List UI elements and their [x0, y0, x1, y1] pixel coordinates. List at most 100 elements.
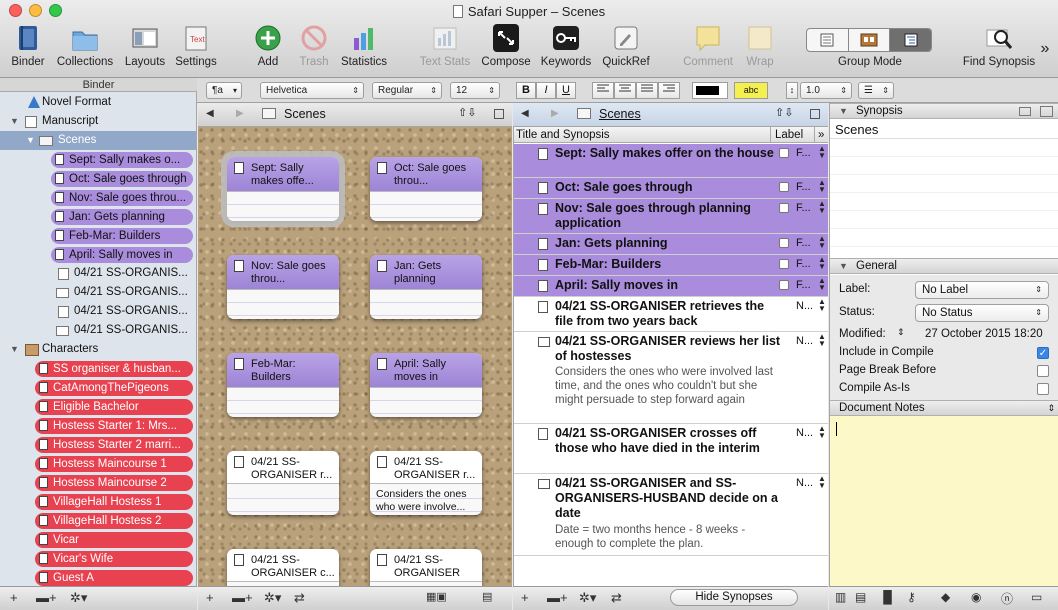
font-weight-menu[interactable]: Regular ⇕ [372, 82, 442, 99]
stepper-icon[interactable]: ▲ ▼ [818, 200, 826, 215]
outline-row[interactable]: 04/21 SS-ORGANISER retrieves the file fr… [514, 297, 828, 332]
general-section-header[interactable]: ▼ General [830, 258, 1058, 274]
snapshots-icon[interactable]: ◉ [971, 590, 981, 604]
label-column[interactable]: Label [770, 127, 803, 143]
gear-icon[interactable]: ✲▾ [70, 590, 87, 606]
disclosure-open-icon[interactable]: ▼ [26, 131, 36, 150]
line-spacing-menu[interactable]: 1.0 ⇕ [800, 82, 852, 99]
binder-item-scene[interactable]: Nov: Sale goes throu... [0, 188, 196, 207]
binder-item-scene[interactable]: 04/21 SS-ORGANIS... [0, 302, 196, 321]
up-down-arrows-icon[interactable]: ⇧⇩ [458, 106, 476, 119]
statistics-button[interactable]: Statistics [336, 24, 392, 74]
add-folder-button[interactable]: ▬+ [36, 590, 57, 605]
forward-arrow-icon[interactable]: ▶ [236, 108, 244, 119]
stepper-icon[interactable]: ▲ ▼ [818, 475, 826, 490]
stepper-icon[interactable]: ▲ ▼ [818, 425, 826, 440]
binder-item-scene[interactable]: Oct: Sale goes through [0, 169, 196, 188]
add-folder-button[interactable]: ▬+ [547, 590, 568, 605]
index-card[interactable]: 04/21 SS-ORGANISER c... [227, 549, 339, 586]
binder-item-novel-format[interactable]: Novel Format [0, 93, 196, 112]
stepper-icon[interactable]: ▲ ▼ [818, 256, 826, 271]
synopsis-section-header[interactable]: ▼ Synopsis [830, 103, 1058, 119]
outline-row[interactable]: Nov: Sale goes through planning applicat… [514, 199, 828, 234]
add-item-button[interactable]: + [206, 590, 214, 605]
index-card[interactable]: Jan: Gets planning [370, 255, 482, 319]
index-card[interactable]: 04/21 SS-ORGANISER r... Considers the one… [370, 451, 482, 515]
settings-button[interactable]: Text Settings [170, 24, 222, 74]
font-family-menu[interactable]: Helvetica ⇕ [260, 82, 364, 99]
more-columns-button[interactable]: » [814, 127, 824, 143]
trash-button[interactable]: Trash [292, 24, 336, 74]
stepper-icon[interactable]: ▲ ▼ [818, 333, 826, 348]
include-checkbox[interactable] [779, 203, 789, 213]
corkboard-mode-button[interactable] [848, 29, 891, 51]
gear-icon[interactable]: ✲▾ [579, 590, 596, 606]
align-justify-button[interactable] [636, 82, 658, 99]
binder-button[interactable]: Binder [4, 24, 52, 74]
references-tab-icon[interactable]: ▤ [855, 590, 866, 604]
disclosure-open-icon[interactable]: ▼ [839, 104, 848, 119]
include-checkbox[interactable] [779, 148, 789, 158]
notes-tab-icon[interactable]: ▥ [835, 590, 846, 604]
back-arrow-icon[interactable]: ◀ [206, 108, 214, 119]
add-item-button[interactable]: + [521, 590, 529, 605]
outline-row[interactable]: Oct: Sale goes through F... ▲ ▼ [514, 178, 828, 199]
binder-item-character[interactable]: Vicar [0, 530, 196, 549]
key-icon[interactable]: ⚷ [907, 590, 916, 604]
wrap-button[interactable]: Wrap [738, 24, 782, 74]
italic-button[interactable]: I [536, 82, 556, 99]
binder-item-scene[interactable]: April: Sally moves in [0, 245, 196, 264]
document-notes-header[interactable]: Document Notes ⇕ [830, 400, 1058, 416]
status-select[interactable]: No Status ⇕ [915, 304, 1049, 322]
binder-item-character[interactable]: Vicar's Wife [0, 549, 196, 568]
stepper-icon[interactable]: ▲ ▼ [818, 145, 826, 160]
binder-item-character[interactable]: Hostess Maincourse 1 [0, 454, 196, 473]
stepper-icon[interactable]: ▲ ▼ [818, 235, 826, 250]
include-checkbox[interactable] [779, 182, 789, 192]
include-checkbox[interactable] [779, 238, 789, 248]
outline-row[interactable]: April: Sally moves in F... ▲ ▼ [514, 276, 828, 297]
swap-arrows-icon[interactable]: ⇄ [294, 590, 305, 606]
swap-arrows-icon[interactable]: ⇄ [611, 590, 622, 606]
binder-item-scene[interactable]: 04/21 SS-ORGANIS... [0, 321, 196, 340]
index-card[interactable]: 04/21 SS-ORGANISER a... [370, 549, 482, 586]
binder-item-scene[interactable]: 04/21 SS-ORGANIS... [0, 283, 196, 302]
synopsis-text-area[interactable] [830, 139, 1058, 257]
binder-item-characters[interactable]: ▼ Characters [0, 340, 196, 359]
split-toggle-icon[interactable] [494, 109, 504, 119]
hide-synopses-button[interactable]: Hide Synopses [670, 589, 798, 606]
index-card[interactable]: Nov: Sale goes throu... [227, 255, 339, 319]
add-item-button[interactable]: + [10, 590, 18, 605]
title-synopsis-column[interactable]: Title and Synopsis [516, 127, 610, 143]
forward-arrow-icon[interactable]: ▶ [551, 108, 559, 119]
highlight-color-button[interactable]: abc [734, 82, 768, 99]
binder-item-scenes[interactable]: ▼ Scenes [0, 131, 196, 150]
add-button[interactable]: Add [246, 24, 290, 74]
label-select[interactable]: No Label ⇕ [915, 281, 1049, 299]
disclosure-open-icon[interactable]: ▼ [10, 112, 20, 131]
binder-item-character[interactable]: CatAmongThePigeons [0, 378, 196, 397]
stepper-icon[interactable]: ▲ ▼ [818, 277, 826, 292]
text-color-button[interactable] [692, 82, 728, 99]
include-checkbox[interactable] [779, 280, 789, 290]
binder-item-character[interactable]: Hostess Starter 2 marri... [0, 435, 196, 454]
comments-tab-icon[interactable]: ⓝ [1001, 590, 1013, 607]
outline-row[interactable]: 04/21 SS-ORGANISER crosses off those who… [514, 424, 828, 474]
outline-row[interactable]: Jan: Gets planning F... ▲ ▼ [514, 234, 828, 255]
find-synopsis-button[interactable]: Find Synopsis [956, 24, 1042, 74]
quickref-button[interactable]: QuickRef [598, 24, 654, 74]
outline-row[interactable]: 04/21 SS-ORGANISER and SS-ORGANISERS-HUS… [514, 474, 828, 556]
back-arrow-icon[interactable]: ◀ [521, 108, 529, 119]
synopsis-title-field[interactable]: Scenes [830, 120, 1058, 139]
binder-item-scene[interactable]: 04/21 SS-ORGANIS... [0, 264, 196, 283]
gear-icon[interactable]: ✲▾ [264, 590, 281, 606]
binder-item-character[interactable]: Hostess Maincourse 2 [0, 473, 196, 492]
font-size-menu[interactable]: 12 ⇕ [450, 82, 500, 99]
binder-item-character[interactable]: Eligible Bachelor [0, 397, 196, 416]
image-icon[interactable] [1040, 106, 1053, 117]
outliner-mode-button[interactable] [890, 29, 931, 51]
index-card[interactable]: April: Sally moves in [370, 353, 482, 417]
include-in-compile-checkbox[interactable]: ✓ [1037, 347, 1049, 359]
paragraph-style-menu[interactable]: ¶a ▾ [206, 82, 242, 99]
page-break-before-checkbox[interactable] [1037, 365, 1049, 377]
